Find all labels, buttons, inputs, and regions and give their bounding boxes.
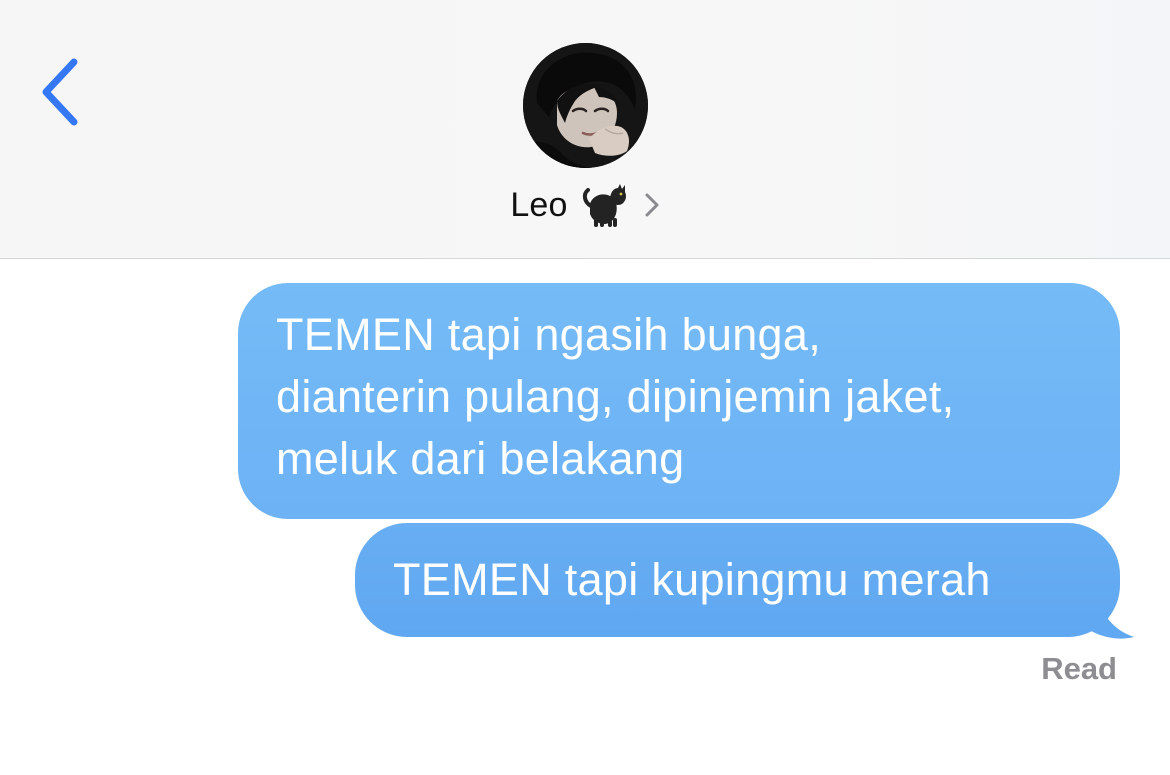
chevron-left-icon: [42, 58, 78, 126]
contact-title[interactable]: Leo: [0, 178, 1170, 232]
avatar-photo: [523, 43, 648, 168]
message-text: TEMEN tapi kupingmu merah: [393, 554, 991, 605]
contact-name: Leo: [510, 185, 568, 224]
outgoing-message-bubble[interactable]: TEMEN tapi ngasih bunga, dianterin pulan…: [238, 283, 1120, 519]
read-receipt: Read: [1041, 651, 1117, 686]
message-line: TEMEN tapi ngasih bunga,: [276, 309, 822, 360]
chevron-right-icon: [644, 191, 660, 219]
message-list[interactable]: TEMEN tapi ngasih bunga, dianterin pulan…: [0, 259, 1170, 775]
conversation-screen: Leo TEMEN tapi ngasih bunga, dianterin p…: [0, 0, 1170, 775]
outgoing-message-bubble[interactable]: TEMEN tapi kupingmu merah: [355, 523, 1120, 637]
conversation-header: Leo: [0, 0, 1170, 259]
message-line: dianterin pulang, dipinjemin jaket,: [276, 371, 955, 422]
contact-avatar[interactable]: [523, 43, 648, 168]
message-line: meluk dari belakang: [276, 433, 685, 484]
back-button[interactable]: [30, 50, 90, 134]
black-cat-icon: [580, 182, 630, 228]
